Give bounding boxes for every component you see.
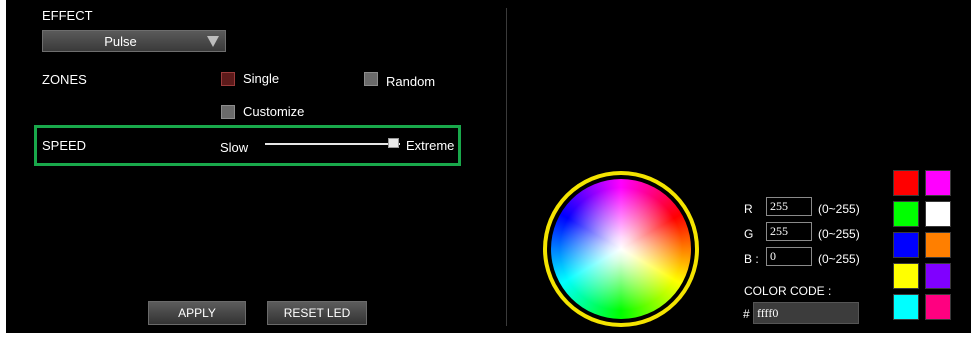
- speed-slow-label: Slow: [220, 140, 249, 155]
- swatch-white[interactable]: [925, 201, 951, 227]
- swatch-magenta[interactable]: [925, 170, 951, 196]
- r-input[interactable]: 255: [766, 197, 812, 216]
- r-range-label: (0~255): [818, 202, 860, 216]
- dropdown-arrow-icon: [207, 36, 219, 47]
- swatch-yellow[interactable]: [893, 263, 919, 289]
- hash-label: #: [743, 307, 750, 321]
- b-label: B :: [744, 252, 759, 266]
- color-code-label: COLOR CODE :: [744, 284, 832, 298]
- zone-random-label: Random: [386, 74, 436, 89]
- zones-label: ZONES: [42, 72, 87, 87]
- speed-slider-track[interactable]: [265, 143, 400, 145]
- speed-label: SPEED: [42, 138, 87, 153]
- zone-single-label: Single: [243, 71, 280, 86]
- zone-single-checkbox[interactable]: [221, 72, 235, 86]
- g-range-label: (0~255): [818, 227, 860, 241]
- zone-customize-label: Customize: [243, 104, 305, 119]
- apply-button[interactable]: APPLY: [148, 301, 246, 325]
- panel-divider: [506, 8, 507, 326]
- effect-label: EFFECT: [42, 8, 93, 23]
- speed-extreme-label: Extreme: [406, 138, 455, 153]
- swatch-purple[interactable]: [925, 263, 951, 289]
- swatch-cyan[interactable]: [893, 294, 919, 320]
- swatch-green[interactable]: [893, 201, 919, 227]
- swatch-red[interactable]: [893, 170, 919, 196]
- effect-dropdown[interactable]: Pulse: [42, 30, 226, 52]
- r-label: R: [744, 202, 753, 216]
- effect-selected-value: Pulse: [104, 34, 137, 49]
- b-range-label: (0~255): [818, 252, 860, 266]
- g-label: G: [744, 227, 754, 241]
- swatch-blue[interactable]: [893, 232, 919, 258]
- zone-customize-checkbox[interactable]: [221, 105, 235, 119]
- zone-random-checkbox[interactable]: [364, 72, 378, 86]
- reset-led-button[interactable]: RESET LED: [267, 301, 367, 325]
- swatch-pink[interactable]: [925, 294, 951, 320]
- color-code-input[interactable]: ffff0: [753, 302, 859, 324]
- color-wheel[interactable]: [551, 179, 691, 319]
- swatch-orange[interactable]: [925, 232, 951, 258]
- g-input[interactable]: 255: [766, 222, 812, 241]
- b-input[interactable]: 0: [766, 247, 812, 266]
- speed-slider-thumb[interactable]: [388, 138, 399, 148]
